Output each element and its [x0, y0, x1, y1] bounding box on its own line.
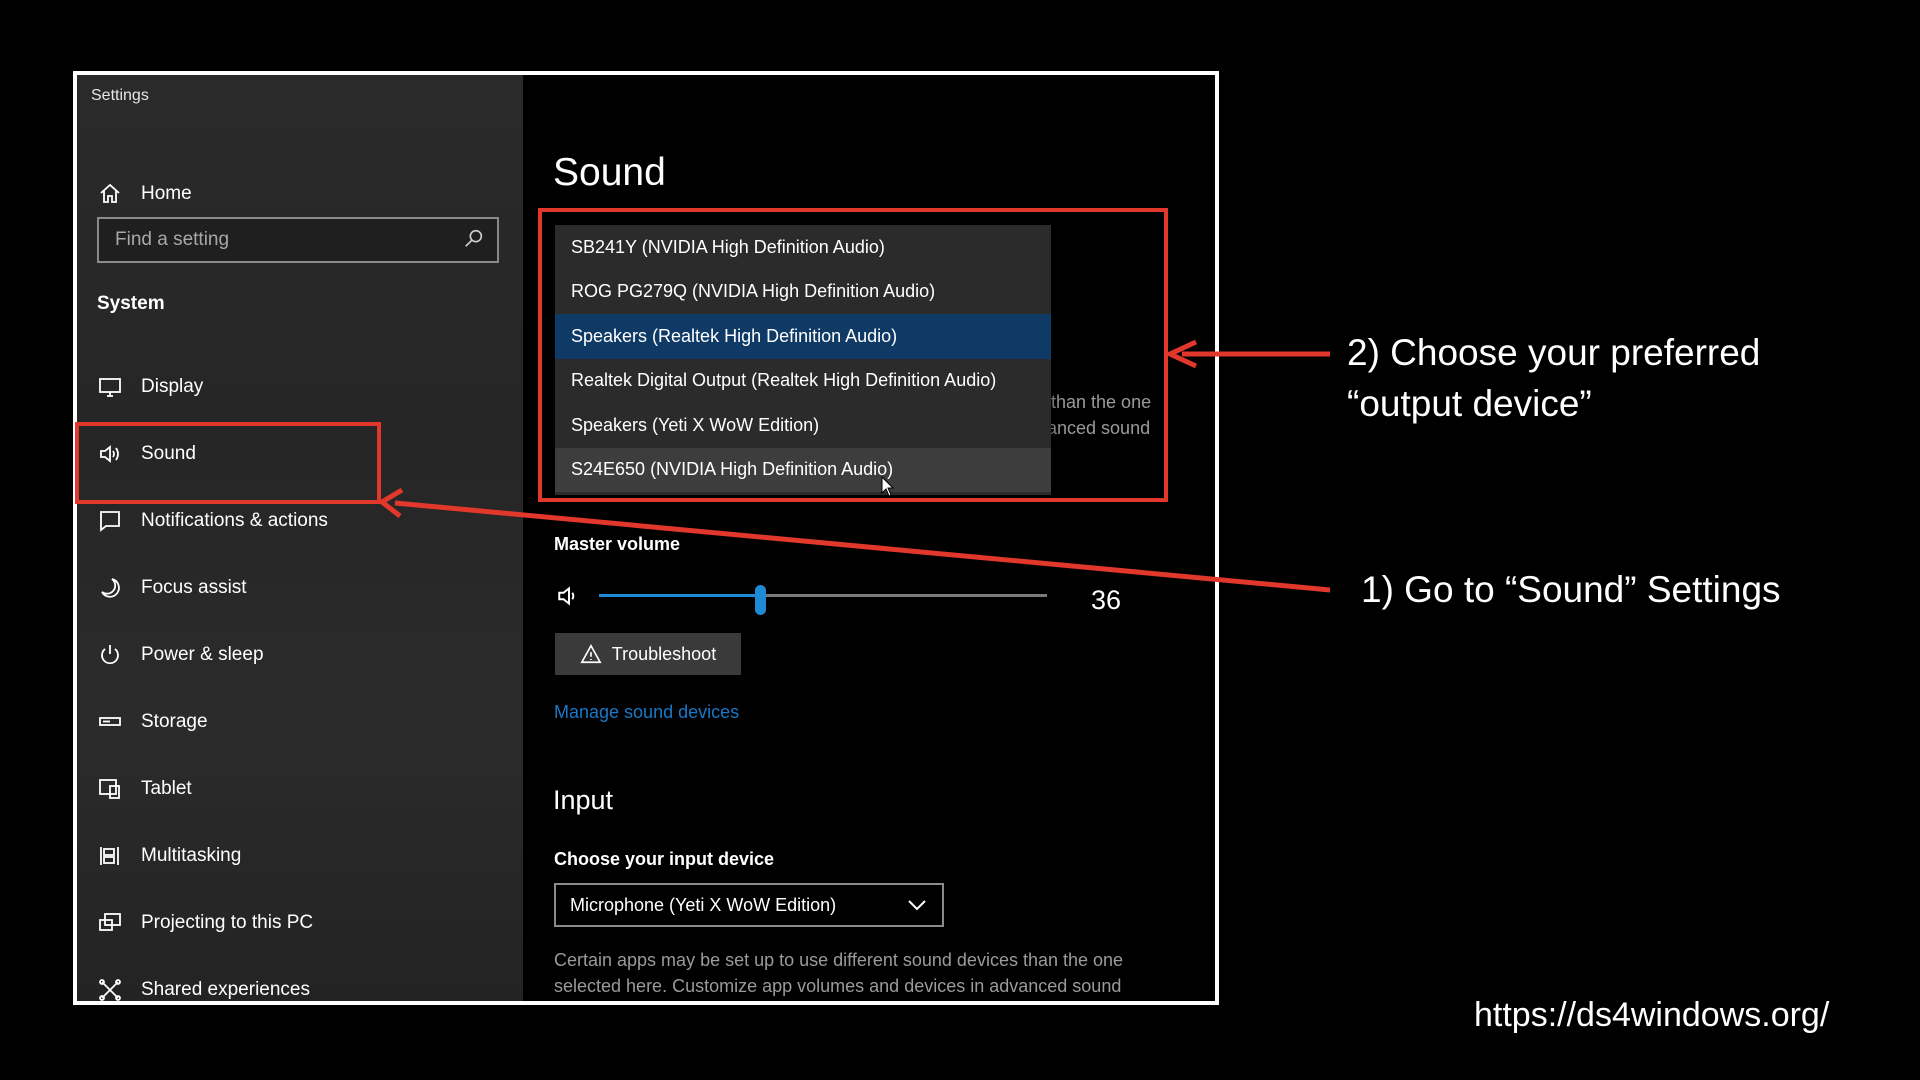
arrow-to-sound [394, 500, 1331, 593]
annotation-step2: 2) Choose your preferred “output device” [1347, 327, 1760, 429]
annotation-step1: 1) Go to “Sound” Settings [1361, 569, 1781, 610]
annotation-step2-line1: 2) Choose your preferred [1347, 332, 1761, 373]
annotation-step2-line2: “output device” [1347, 383, 1592, 424]
website-url: https://ds4windows.org/ [1474, 996, 1830, 1034]
annotation-arrows [377, 339, 1331, 593]
